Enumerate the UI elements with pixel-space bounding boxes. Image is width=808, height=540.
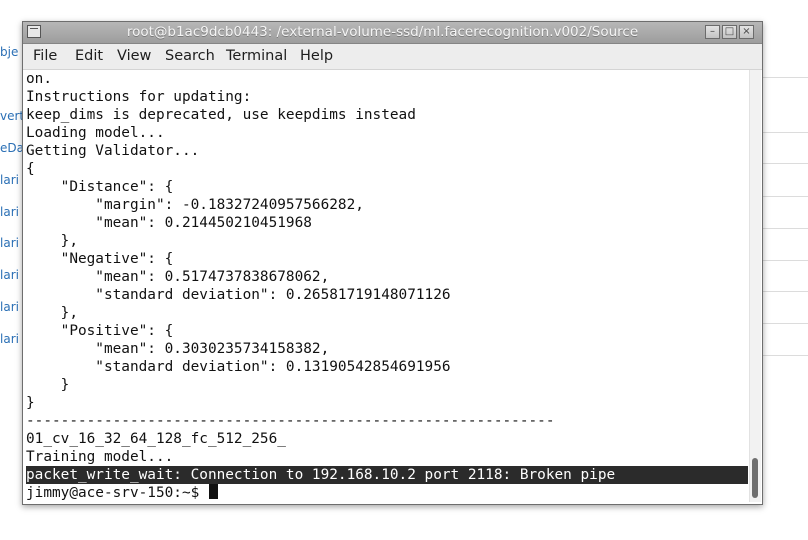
terminal-line: "Negative": { (26, 251, 174, 267)
terminal-line: ----------------------------------------… (26, 413, 555, 429)
scrollbar-thumb[interactable] (752, 458, 758, 498)
terminal-line: }, (26, 233, 78, 249)
terminal-line: keep_dims is deprecated, use keepdims in… (26, 107, 416, 123)
terminal-prompt-line: jimmy@ace-srv-150:~$ (26, 484, 218, 502)
terminal-output[interactable]: on. Instructions for updating: keep_dims… (23, 70, 748, 502)
terminal-line: }, (26, 305, 78, 321)
minimize-button[interactable]: – (705, 25, 720, 39)
terminal-line: Instructions for updating: (26, 89, 252, 105)
menu-view[interactable]: View (117, 48, 151, 64)
menu-file[interactable]: File (33, 48, 57, 64)
terminal-line: "Positive": { (26, 323, 174, 339)
terminal-line: { (26, 161, 35, 177)
terminal-line: "standard deviation": 0.2658171914807112… (26, 287, 451, 303)
terminal-line: "mean": 0.3030235734158382, (26, 341, 330, 357)
row-divider (760, 228, 808, 229)
terminal-line: "mean": 0.214450210451968 (26, 215, 312, 231)
close-button[interactable]: × (739, 25, 754, 39)
text-cursor (208, 484, 218, 499)
terminal-line: Loading model... (26, 125, 165, 141)
title-bar[interactable]: root@b1ac9dcb0443: /external-volume-ssd/… (23, 22, 762, 44)
terminal-line: } (26, 377, 70, 393)
background-item: lari (0, 236, 19, 250)
terminal-line: Getting Validator... (26, 143, 200, 159)
background-item: lari (0, 268, 19, 282)
shell-prompt: jimmy@ace-srv-150:~$ (26, 485, 208, 501)
terminal-line: "margin": -0.18327240957566282, (26, 197, 364, 213)
terminal-line: "mean": 0.5174737838678062, (26, 269, 330, 285)
background-item: vert (0, 109, 24, 123)
background-app-list: bje vert eDa lari lari lari lari lari la… (0, 40, 24, 370)
terminal-line-selected: packet_write_wait: Connection to 192.168… (26, 466, 748, 484)
vertical-scrollbar[interactable] (749, 70, 761, 502)
terminal-window: root@b1ac9dcb0443: /external-volume-ssd/… (22, 21, 763, 505)
maximize-button[interactable]: □ (722, 25, 737, 39)
background-item: lari (0, 300, 19, 314)
menu-terminal[interactable]: Terminal (226, 48, 287, 64)
terminal-line: 01_cv_16_32_64_128_fc_512_256_ (26, 431, 286, 447)
window-title: root@b1ac9dcb0443: /external-volume-ssd/… (126, 24, 639, 40)
background-item: bje (0, 45, 19, 59)
terminal-line: on. (26, 71, 52, 87)
menu-edit[interactable]: Edit (75, 48, 103, 64)
menu-bar: File Edit View Search Terminal Help (23, 44, 762, 70)
window-menu-icon[interactable] (27, 25, 41, 38)
row-divider (760, 196, 808, 197)
row-divider (760, 132, 808, 133)
background-item: lari (0, 173, 19, 187)
row-divider (760, 260, 808, 261)
terminal-line: "Distance": { (26, 179, 174, 195)
background-item: eDa (0, 141, 24, 155)
menu-help[interactable]: Help (300, 48, 333, 64)
row-divider (760, 77, 808, 78)
row-divider (760, 355, 808, 356)
terminal-line: Training model... (26, 449, 174, 465)
row-divider (760, 323, 808, 324)
terminal-line: "standard deviation": 0.1319054285469195… (26, 359, 451, 375)
row-divider (760, 163, 808, 164)
menu-search[interactable]: Search (165, 48, 215, 64)
row-divider (760, 291, 808, 292)
background-item: lari (0, 205, 19, 219)
background-item: lari (0, 332, 19, 346)
terminal-line: } (26, 395, 35, 411)
